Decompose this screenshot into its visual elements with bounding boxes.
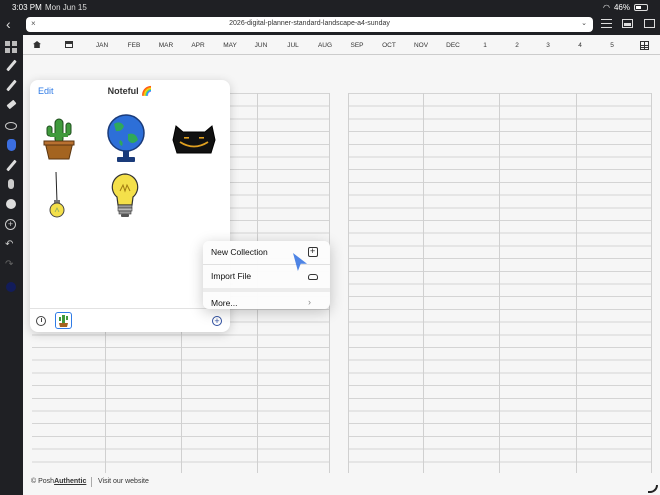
undo-icon[interactable]: ↶ — [5, 239, 17, 251]
import-file-label: Import File — [211, 271, 252, 281]
chevron-right-icon: › — [308, 297, 311, 307]
fullscreen-icon[interactable] — [644, 19, 655, 28]
color-swatch[interactable] — [6, 282, 16, 292]
menu-item-new-collection[interactable]: New Collection — [203, 241, 330, 263]
panel-title: Noteful 🌈 — [107, 86, 153, 96]
brand-name: Authentic — [54, 478, 87, 485]
menu-item-import-file[interactable]: Import File — [203, 264, 330, 286]
new-collection-icon — [308, 246, 318, 257]
sticker-panel: Edit Noteful 🌈 + — [30, 80, 230, 332]
nav-number[interactable]: 5 — [597, 42, 627, 49]
nav-number[interactable]: 3 — [533, 42, 563, 49]
highlighter-icon[interactable] — [5, 79, 17, 91]
light-bulb-sticker[interactable] — [109, 171, 141, 221]
top-toolbar: ‹ × 2026-digital-planner-standard-landsc… — [0, 15, 660, 35]
document-title: 2026-digital-planner-standard-landscape-… — [229, 20, 390, 27]
new-collection-label: New Collection — [211, 247, 268, 257]
back-icon[interactable]: ‹ — [6, 16, 11, 32]
microphone-icon[interactable] — [8, 179, 14, 189]
thumbnails-icon[interactable] — [5, 41, 17, 53]
nav-number[interactable]: 2 — [502, 42, 532, 49]
nav-month[interactable]: SEP — [342, 42, 372, 49]
nav-number[interactable]: 1 — [470, 42, 500, 49]
planner-nav-bar: JAN FEB MAR APR MAY JUN JUL AUG SEP OCT … — [23, 35, 660, 55]
grid-divider — [499, 93, 500, 473]
battery-icon — [634, 4, 648, 11]
copyright-text: © PoshAuthentic — [31, 478, 87, 485]
menu-item-more[interactable]: More... › — [203, 288, 330, 309]
nav-month[interactable]: OCT — [374, 42, 404, 49]
footer-divider — [91, 477, 92, 487]
page-footer: © PoshAuthentic Visit our website — [23, 473, 660, 495]
sticker-icon[interactable] — [6, 199, 16, 209]
grid-divider — [576, 93, 577, 473]
battery-percent: 46% — [613, 3, 630, 12]
add-icon[interactable]: + — [5, 219, 16, 230]
eraser-icon[interactable] — [5, 99, 17, 111]
black-cat-sticker[interactable] — [170, 120, 218, 156]
website-link[interactable]: Visit our website — [98, 478, 149, 485]
nav-month[interactable]: FEB — [119, 42, 149, 49]
nav-month[interactable]: MAY — [215, 42, 245, 49]
cactus-sticker[interactable] — [42, 113, 76, 161]
status-date: Mon Jun 15 — [45, 3, 87, 12]
nav-month[interactable]: APR — [183, 42, 213, 49]
collection-thumbnail[interactable] — [55, 312, 72, 329]
hand-icon[interactable] — [7, 139, 16, 151]
index-icon[interactable] — [640, 41, 649, 50]
import-file-icon — [308, 274, 318, 280]
grid-divider — [348, 93, 349, 473]
nav-month[interactable]: JUL — [278, 42, 308, 49]
left-toolbar: + ↶ ↷ — [0, 35, 22, 495]
nav-month[interactable]: JAN — [87, 42, 117, 49]
chevron-down-icon[interactable]: ⌄ — [581, 19, 587, 27]
recent-clock-icon[interactable] — [36, 316, 46, 326]
lasso-icon[interactable] — [5, 122, 17, 130]
nav-month[interactable]: AUG — [310, 42, 340, 49]
grid-divider — [423, 93, 424, 473]
home-icon[interactable] — [33, 41, 41, 48]
nav-month[interactable]: MAR — [151, 42, 181, 49]
panel-bottom-bar: + — [30, 308, 230, 332]
split-view-icon[interactable] — [622, 19, 633, 28]
redo-icon[interactable]: ↷ — [5, 259, 17, 271]
nav-month[interactable]: JUN — [246, 42, 276, 49]
outline-icon[interactable] — [601, 19, 612, 28]
status-bar: 3:03 PM Mon Jun 15 ◠ 46% — [0, 0, 660, 15]
calendar-icon[interactable] — [65, 41, 73, 48]
pencil-icon[interactable] — [5, 159, 17, 171]
grid-divider — [651, 93, 652, 473]
context-menu: New Collection Import File More... › — [203, 241, 330, 309]
cactus-thumbnail-icon — [59, 315, 68, 327]
pen-icon[interactable] — [5, 59, 17, 71]
more-label: More... — [211, 298, 238, 308]
globe-sticker[interactable] — [106, 114, 146, 164]
nav-month[interactable]: NOV — [406, 42, 436, 49]
document-title-field[interactable]: × 2026-digital-planner-standard-landscap… — [26, 17, 593, 32]
nav-month[interactable]: DEC — [438, 42, 468, 49]
wifi-icon: ◠ — [603, 3, 610, 12]
add-collection-icon[interactable]: + — [212, 316, 222, 326]
hanging-bulb-sticker[interactable] — [46, 172, 70, 220]
resize-handle-icon[interactable] — [648, 485, 658, 493]
status-time: 3:03 PM — [12, 3, 42, 12]
nav-number[interactable]: 4 — [565, 42, 595, 49]
